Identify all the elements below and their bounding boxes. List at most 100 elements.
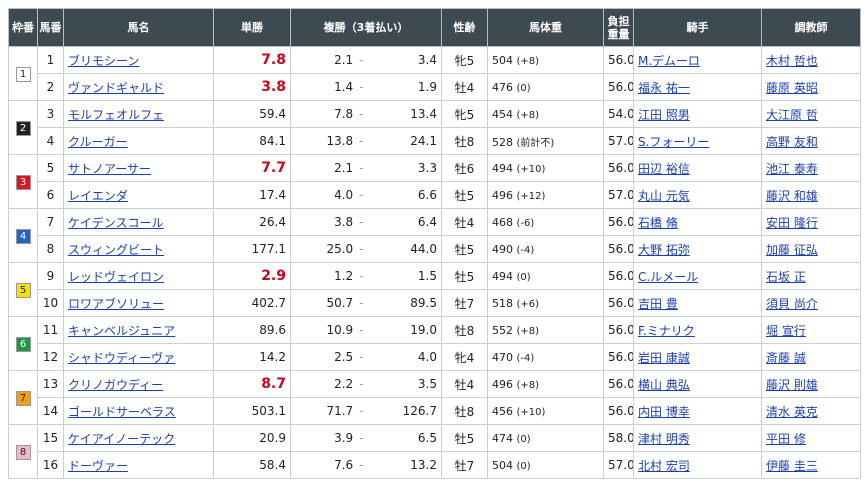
win-odds: 3.8 xyxy=(213,73,291,101)
trainer-link[interactable]: 加藤 征弘 xyxy=(766,243,818,257)
weight-diff: (+12) xyxy=(516,190,546,202)
sex-age: 牡4 xyxy=(441,208,488,236)
horse-number: 15 xyxy=(37,424,64,452)
sex-age: 牝5 xyxy=(441,100,488,128)
win-odds: 7.7 xyxy=(213,154,291,182)
horse-name-link[interactable]: ロワアブソリュー xyxy=(68,297,164,311)
range-dash: - xyxy=(359,53,364,67)
header-jockey: 騎手 xyxy=(633,8,762,47)
place-odds-low: 13.8- xyxy=(290,127,370,155)
place-odds-high: 4.0 xyxy=(369,343,442,371)
sex-age: 牡6 xyxy=(441,154,488,182)
jockey-link[interactable]: 石橋 脩 xyxy=(638,216,678,230)
jockey-link[interactable]: 福永 祐一 xyxy=(638,81,690,95)
horse-name-link[interactable]: ケイアイノーテック xyxy=(68,432,175,446)
trainer-link[interactable]: 清水 英克 xyxy=(766,405,818,419)
trainer-link[interactable]: 伊藤 圭三 xyxy=(766,459,818,473)
jockey-link[interactable]: M.デムーロ xyxy=(638,54,700,68)
waku-badge: 7 xyxy=(15,390,31,406)
trainer-cell: 堀 宣行 xyxy=(761,316,861,344)
jockey-link[interactable]: S.フォーリー xyxy=(638,135,709,149)
trainer-link[interactable]: 堀 宣行 xyxy=(766,324,806,338)
jockey-cell: C.ルメール xyxy=(633,262,762,290)
weight-diff: (0) xyxy=(516,82,531,94)
horse-name-cell: クリノガウディー xyxy=(63,370,214,398)
jockey-link[interactable]: 田辺 裕信 xyxy=(638,162,690,176)
sex-age: 牡5 xyxy=(441,235,488,263)
horse-name-link[interactable]: サトノアーサー xyxy=(68,162,151,176)
trainer-cell: 高野 友和 xyxy=(761,127,861,155)
win-odds: 8.7 xyxy=(213,370,291,398)
jockey-link[interactable]: 江田 照男 xyxy=(638,108,690,122)
trainer-link[interactable]: 須貝 尚介 xyxy=(766,297,818,311)
horse-name-link[interactable]: ケイデンスコール xyxy=(68,216,164,230)
trainer-link[interactable]: 藤原 英昭 xyxy=(766,81,818,95)
win-odds: 89.6 xyxy=(213,316,291,344)
table-row: 8 スウィングビート 177.1 25.0-44.0 牡5 490 (-4) 56.0 大野 … xyxy=(9,235,861,263)
horse-name-cell: モルフェオルフェ xyxy=(63,100,214,128)
weight-diff: (-6) xyxy=(516,217,535,229)
trainer-link[interactable]: 高野 友和 xyxy=(766,135,818,149)
jockey-link[interactable]: F.ミナリク xyxy=(638,324,695,338)
horse-name-link[interactable]: ゴールドサーベラス xyxy=(68,405,176,419)
horse-name-link[interactable]: クリノガウディー xyxy=(68,378,163,392)
horse-weight: 454 (+8) xyxy=(487,100,604,128)
horse-weight: 474 (0) xyxy=(487,424,604,452)
trainer-link[interactable]: 平田 修 xyxy=(766,432,806,446)
trainer-link[interactable]: 大江原 哲 xyxy=(766,108,818,122)
range-dash: - xyxy=(359,242,364,256)
trainer-link[interactable]: 池江 泰寿 xyxy=(766,162,818,176)
range-dash: - xyxy=(359,107,364,121)
horse-name-link[interactable]: ドーヴァー xyxy=(68,459,128,473)
header-umaban: 馬番 xyxy=(37,8,64,47)
jockey-link[interactable]: 横山 典弘 xyxy=(638,378,690,392)
trainer-link[interactable]: 藤沢 則雄 xyxy=(766,378,818,392)
jockey-link[interactable]: C.ルメール xyxy=(638,270,698,284)
waku-cell: 3 xyxy=(8,154,38,209)
trainer-cell: 池江 泰寿 xyxy=(761,154,861,182)
jockey-link[interactable]: 吉田 豊 xyxy=(638,297,678,311)
trainer-link[interactable]: 安田 隆行 xyxy=(766,216,818,230)
table-row: 8 15 ケイアイノーテック 20.9 3.9-6.5 牡5 474 (0) 58.0 津村 明… xyxy=(8,424,861,479)
jockey-link[interactable]: 岩田 康誠 xyxy=(638,351,690,365)
carried-weight: 56.0 xyxy=(603,316,634,344)
win-odds: 14.2 xyxy=(213,343,291,371)
jockey-cell: 江田 照男 xyxy=(633,100,762,128)
horse-number: 14 xyxy=(37,397,64,425)
place-odds-low: 2.1- xyxy=(290,154,370,182)
horse-name-link[interactable]: ヴァンドギャルド xyxy=(68,81,164,95)
horse-number: 4 xyxy=(37,127,64,155)
waku-cell: 1 xyxy=(8,46,38,101)
trainer-link[interactable]: 斎藤 誠 xyxy=(766,351,806,365)
trainer-link[interactable]: 石坂 正 xyxy=(766,270,806,284)
waku-badge: 2 xyxy=(15,120,31,136)
place-odds-high: 126.7 xyxy=(369,397,442,425)
trainer-link[interactable]: 藤沢 和雄 xyxy=(766,189,818,203)
jockey-link[interactable]: 大野 拓弥 xyxy=(638,243,690,257)
horse-name-cell: ドーヴァー xyxy=(63,451,214,479)
place-odds-high: 6.4 xyxy=(369,208,442,236)
trainer-link[interactable]: 木村 哲也 xyxy=(766,54,818,68)
jockey-link[interactable]: 内田 博幸 xyxy=(638,405,690,419)
jockey-link[interactable]: 北村 宏司 xyxy=(638,459,690,473)
horse-name-link[interactable]: スウィングビート xyxy=(68,243,164,257)
horse-name-link[interactable]: レッドヴェイロン xyxy=(68,270,164,284)
place-odds-low: 71.7- xyxy=(290,397,370,425)
horse-name-link[interactable]: シャドウディーヴァ xyxy=(68,351,175,365)
horse-number: 7 xyxy=(37,208,64,236)
jockey-link[interactable]: 丸山 元気 xyxy=(638,189,690,203)
trainer-cell: 清水 英克 xyxy=(761,397,861,425)
horse-name-link[interactable]: ブリモシーン xyxy=(68,54,139,68)
horse-name-link[interactable]: キャンベルジュニア xyxy=(68,324,175,338)
horse-name-link[interactable]: クルーガー xyxy=(68,135,128,149)
waku-cell: 8 xyxy=(8,424,38,479)
range-dash: - xyxy=(359,404,364,418)
header-age: 性齢 xyxy=(441,8,488,47)
jockey-link[interactable]: 津村 明秀 xyxy=(638,432,690,446)
horse-name-link[interactable]: モルフェオルフェ xyxy=(68,108,164,122)
horse-name-cell: ケイデンスコール xyxy=(63,208,214,236)
trainer-cell: 藤沢 和雄 xyxy=(761,181,861,209)
jockey-cell: 内田 博幸 xyxy=(633,397,762,425)
horse-name-link[interactable]: レイエンダ xyxy=(68,189,128,203)
table-header-row: 枠番 馬番 馬名 単勝 複勝（3着払い） 性齢 馬体重 負担 重量 騎手 調教師 xyxy=(8,8,861,47)
